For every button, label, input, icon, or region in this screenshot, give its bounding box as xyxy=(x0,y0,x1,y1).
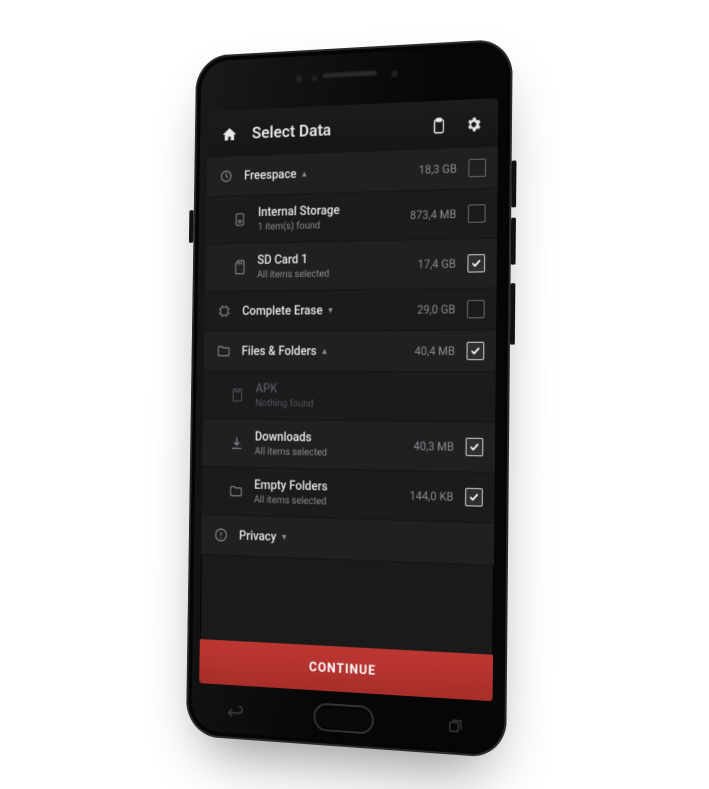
list-item-size: 18,3 GB xyxy=(418,161,456,176)
gear-icon[interactable] xyxy=(462,112,484,135)
hw-volume-down xyxy=(510,217,515,264)
download-icon xyxy=(227,433,245,453)
list-item-label: Empty Folders xyxy=(254,477,400,496)
list-item-downloads[interactable]: DownloadsAll items selected 40,3 MB xyxy=(202,419,495,473)
list-item-size: 144,0 KB xyxy=(409,488,453,503)
chevron-down-icon: ▾ xyxy=(281,531,286,542)
list-item-subtitle: 1 item(s) found xyxy=(257,218,400,232)
list-item-subtitle: All items selected xyxy=(254,446,403,460)
sensor xyxy=(310,74,317,82)
data-list: Freespace▴ 18,3 GB Internal Storage1 item(… xyxy=(199,146,497,654)
list-item-sdcard1[interactable]: SD Card 1All items selected 17,4 GB xyxy=(204,238,496,292)
list-item-size: 873,4 MB xyxy=(409,206,456,221)
list-item-label: Files & Folders▴ xyxy=(241,343,405,358)
checkbox-downloads[interactable] xyxy=(465,437,483,456)
list-item-size: 40,3 MB xyxy=(413,438,453,453)
clipboard-icon[interactable] xyxy=(428,114,449,137)
hw-back-icon xyxy=(225,703,243,718)
screen: Select Data Freespace▴ 18,3 GB Internal St… xyxy=(199,98,498,701)
phone-frame: Select Data Freespace▴ 18,3 GB Internal St… xyxy=(185,38,512,758)
sd-icon xyxy=(230,257,248,277)
list-item-size: 40,4 MB xyxy=(414,343,454,357)
chevron-up-icon: ▴ xyxy=(301,168,306,179)
list-item-label: Privacy▾ xyxy=(238,528,482,551)
front-camera xyxy=(294,73,303,83)
hw-nav xyxy=(186,694,506,744)
list-item-internal[interactable]: Internal Storage1 item(s) found 873,4 MB xyxy=(205,188,497,244)
list-item-complete-erase[interactable]: Complete Erase▾ 29,0 GB xyxy=(204,288,496,331)
wipe-icon xyxy=(217,166,235,186)
list-item-label: Downloads xyxy=(254,429,403,446)
list-item-label: Freespace▴ xyxy=(244,162,409,182)
list-item-files-folders[interactable]: Files & Folders▴ 40,4 MB xyxy=(203,330,495,372)
checkbox-files-folders[interactable] xyxy=(466,341,484,359)
page-title: Select Data xyxy=(251,116,414,142)
list-item-apk: APKNothing found xyxy=(203,371,496,422)
chip-icon xyxy=(215,301,233,321)
storage-icon xyxy=(230,209,248,229)
hw-recents-icon xyxy=(447,717,463,735)
list-item-privacy[interactable]: Privacy▾ xyxy=(201,514,494,565)
hw-home-button xyxy=(313,702,374,734)
list-item-size: 17,4 GB xyxy=(417,256,455,271)
sensor xyxy=(390,69,398,77)
earpiece xyxy=(321,69,377,78)
list-item-label: Complete Erase▾ xyxy=(242,302,408,318)
checkbox-empty-folders[interactable] xyxy=(465,487,483,506)
list-item-empty-folders[interactable]: Empty FoldersAll items selected 144,0 KB xyxy=(201,466,494,523)
hw-volume-up xyxy=(511,160,516,207)
folder-icon xyxy=(214,341,232,361)
checkbox-freespace[interactable] xyxy=(468,158,486,177)
list-item-subtitle: Nothing found xyxy=(255,398,483,411)
hw-side-left xyxy=(188,210,193,243)
list-item-size: 29,0 GB xyxy=(417,302,455,316)
apk-icon xyxy=(228,385,246,405)
home-icon[interactable] xyxy=(219,123,239,145)
chevron-up-icon: ▴ xyxy=(322,345,327,356)
checkbox-sdcard1[interactable] xyxy=(467,254,485,273)
privacy-icon xyxy=(211,524,229,544)
list-item-subtitle: All items selected xyxy=(257,267,408,280)
folder-icon xyxy=(226,481,244,501)
checkbox-internal[interactable] xyxy=(467,204,485,223)
chevron-down-icon: ▾ xyxy=(328,304,333,315)
list-item-label: Internal Storage xyxy=(257,201,400,220)
list-item-label: SD Card 1 xyxy=(257,250,408,268)
checkbox-complete-erase[interactable] xyxy=(466,299,484,317)
list-item-label: APK xyxy=(255,381,483,397)
hw-power xyxy=(509,283,515,345)
list-item-subtitle: All items selected xyxy=(253,494,399,509)
